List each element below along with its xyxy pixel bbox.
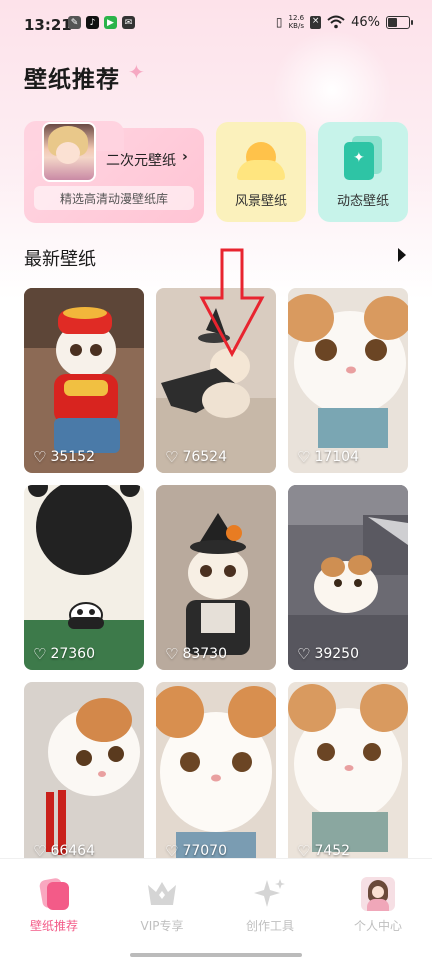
wallpaper-image-cat-face xyxy=(156,682,276,867)
crown-icon xyxy=(145,877,179,911)
category-anime-label: 二次元壁纸 xyxy=(106,153,176,169)
heart-icon[interactable]: ♡ xyxy=(165,843,178,859)
like-count: ♡ 83730 xyxy=(165,644,227,663)
nav-label: VIP专享 xyxy=(140,919,184,933)
sparkle-tools-icon xyxy=(253,877,287,911)
wallpaper-image-panda xyxy=(24,485,144,670)
section-title: 最新壁纸 xyxy=(24,249,96,270)
like-count: ♡ 35152 xyxy=(33,447,95,466)
network-speed: 12.6 KB/s xyxy=(288,14,305,30)
wifi-icon xyxy=(327,15,345,29)
page-title: 壁纸推荐 xyxy=(24,67,120,93)
category-scenery-label: 风景壁纸 xyxy=(234,194,287,209)
heart-icon[interactable]: ♡ xyxy=(165,646,178,662)
heart-icon[interactable]: ♡ xyxy=(33,449,46,465)
battery-percent: 46% xyxy=(351,14,380,30)
wallpaper-tile[interactable]: ♡ 77070 xyxy=(156,682,276,867)
wallpaper-image-cat-portrait xyxy=(288,682,408,867)
sunset-icon xyxy=(237,140,285,180)
nav-wallpaper-recommend[interactable]: 壁纸推荐 xyxy=(4,877,104,934)
chevron-right-icon: › xyxy=(182,149,188,165)
nav-label: 壁纸推荐 xyxy=(29,919,78,933)
sim-icon: × xyxy=(310,15,322,29)
wallpaper-tile[interactable]: ♡ 17104 xyxy=(288,288,408,473)
heart-icon[interactable]: ♡ xyxy=(297,449,310,465)
message-icon: ✉ xyxy=(122,16,135,29)
heart-icon[interactable]: ♡ xyxy=(33,843,46,859)
heart-icon[interactable]: ♡ xyxy=(33,646,46,662)
like-count: ♡ 66464 xyxy=(33,841,95,860)
home-indicator[interactable] xyxy=(130,953,302,957)
like-count: ♡ 77070 xyxy=(165,841,227,860)
battery-icon xyxy=(386,15,413,29)
heart-icon[interactable]: ♡ xyxy=(165,449,178,465)
like-count: ♡ 7452 xyxy=(297,841,351,860)
anime-girl-thumbnail xyxy=(42,122,96,182)
nav-label: 创作工具 xyxy=(245,919,294,933)
category-anime-subtitle: 精选高清动漫壁纸库 xyxy=(34,186,194,210)
heart-icon[interactable]: ♡ xyxy=(297,843,310,859)
app-notification-icon: ✎ xyxy=(68,16,81,29)
nav-profile[interactable]: 个人中心 xyxy=(328,877,428,934)
nav-vip[interactable]: VIP专享 xyxy=(112,877,212,934)
tiktok-icon: ♪ xyxy=(86,16,99,29)
category-scenery-card[interactable]: 风景壁纸 xyxy=(216,122,306,222)
wallpaper-image-cat-closeup xyxy=(288,288,408,473)
category-live-card[interactable]: ✦ 动态壁纸 xyxy=(318,122,408,222)
nav-creation-tools[interactable]: 创作工具 xyxy=(220,877,320,934)
status-bar: 13:21 ✎ ♪ ▶ ✉ ▯ 12.6 KB/s × 46% xyxy=(0,0,432,50)
like-count: ♡ 17104 xyxy=(297,447,359,466)
wallpaper-tile[interactable]: ♡ 66464 xyxy=(24,682,144,867)
bottom-nav: 壁纸推荐 VIP专享 创作工具 个人中心 xyxy=(0,858,432,965)
wallpaper-image-cat-red-ribbon xyxy=(24,682,144,867)
live-wallpaper-icon: ✦ xyxy=(344,136,382,182)
wallpaper-cards-icon xyxy=(37,877,71,911)
like-count: ♡ 27360 xyxy=(33,644,95,663)
wallpaper-image-cat-halloween xyxy=(156,485,276,670)
wallpaper-tile[interactable]: ♡ 39250 xyxy=(288,485,408,670)
category-anime-card[interactable]: 二次元壁纸 › 精选高清动漫壁纸库 xyxy=(24,121,204,223)
app-notification-icon: ▶ xyxy=(104,16,117,29)
wallpaper-tile[interactable]: ♡ 35152 xyxy=(24,288,144,473)
notification-icons: ✎ ♪ ▶ ✉ xyxy=(68,16,135,29)
wallpaper-tile[interactable]: ♡ 7452 xyxy=(288,682,408,867)
nav-label: 个人中心 xyxy=(353,919,402,933)
heart-icon[interactable]: ♡ xyxy=(297,646,310,662)
annotation-down-arrow xyxy=(199,248,265,358)
like-count: ♡ 76524 xyxy=(165,447,227,466)
profile-avatar xyxy=(361,877,395,911)
category-live-label: 动态壁纸 xyxy=(336,194,389,209)
wallpaper-tile[interactable]: ♡ 27360 xyxy=(24,485,144,670)
like-count: ♡ 39250 xyxy=(297,644,359,663)
wallpaper-image-cat-sofa xyxy=(288,485,408,670)
sparkle-icon: ✦ xyxy=(128,60,145,84)
wallpaper-tile[interactable]: ♡ 83730 xyxy=(156,485,276,670)
vibrate-icon: ▯ xyxy=(275,15,283,29)
play-more-icon[interactable] xyxy=(398,248,406,262)
wallpaper-image-cat-costume xyxy=(24,288,144,473)
status-time: 13:21 xyxy=(24,16,72,34)
